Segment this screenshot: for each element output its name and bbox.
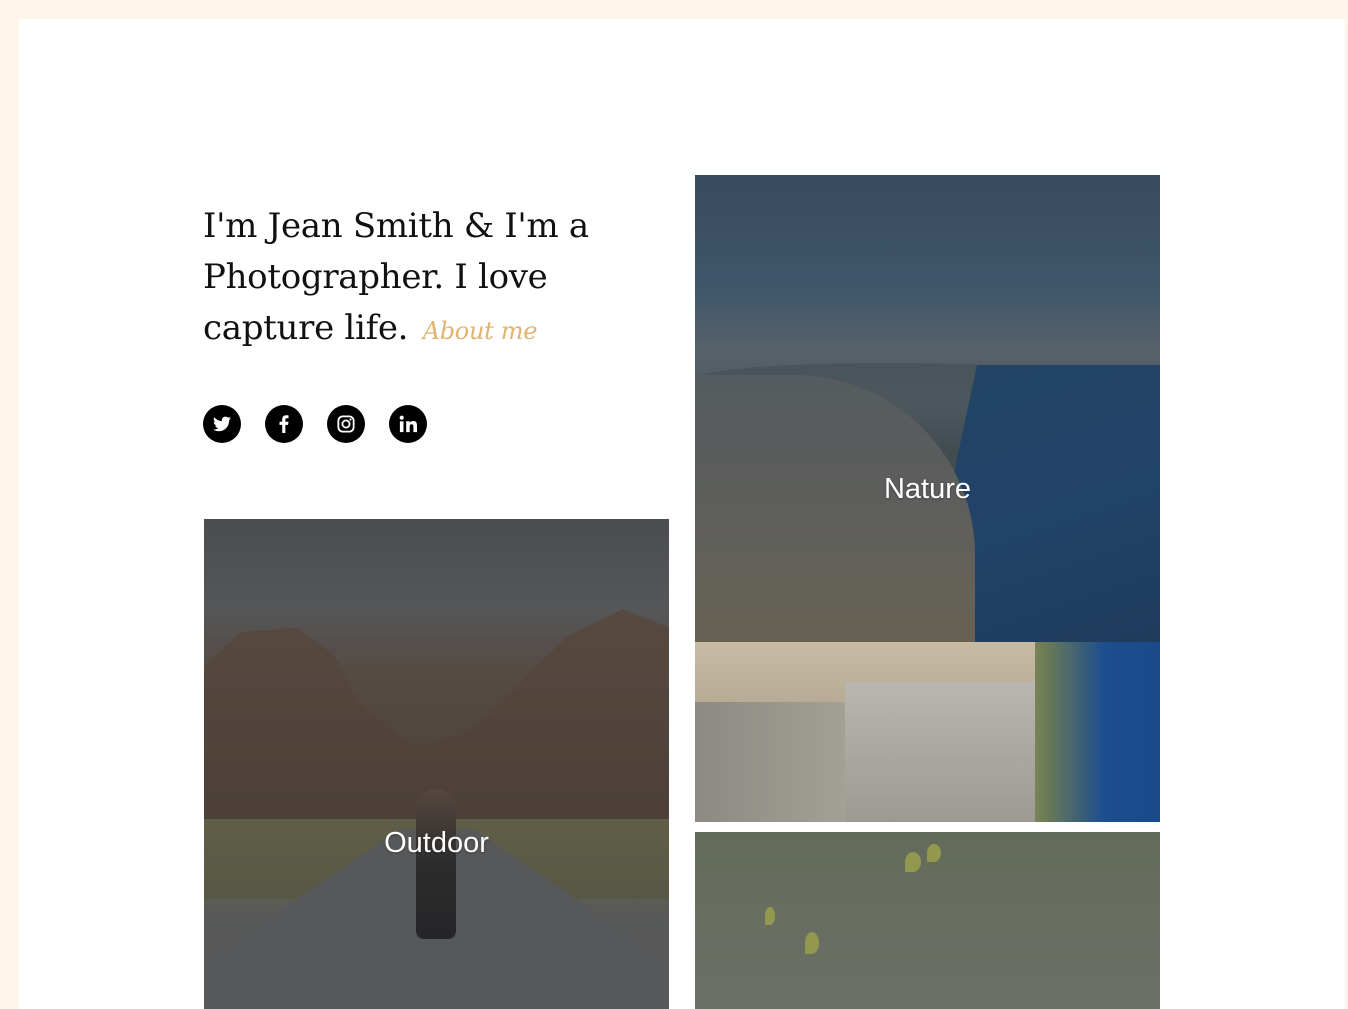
intro-line-1: I'm Jean Smith & I'm a: [203, 206, 589, 246]
linkedin-button[interactable]: [389, 405, 427, 443]
intro-line-2: Photographer. I love: [203, 257, 548, 297]
facebook-icon: [279, 415, 289, 433]
social-links: [203, 405, 427, 443]
twitter-button[interactable]: [203, 405, 241, 443]
nature-overlay: [695, 175, 1160, 642]
page-container: I'm Jean Smith & I'm a Photographer. I l…: [19, 19, 1345, 1009]
outdoor-overlay: [204, 519, 669, 1009]
intro-line-3: capture life.: [203, 308, 409, 348]
facebook-button[interactable]: [265, 405, 303, 443]
instagram-button[interactable]: [327, 405, 365, 443]
nature-caption: Nature: [883, 473, 972, 505]
outdoor-caption: Outdoor: [384, 827, 489, 859]
forest-overlay: [695, 832, 1160, 1009]
linkedin-icon: [399, 415, 417, 433]
gallery-tile-outdoor[interactable]: Outdoor: [204, 519, 669, 1009]
gallery-tile-forest[interactable]: [695, 832, 1160, 1009]
cliff-face: [845, 682, 1035, 822]
about-me-link[interactable]: About me: [423, 317, 538, 345]
twitter-icon: [213, 416, 231, 432]
intro-heading: I'm Jean Smith & I'm a Photographer. I l…: [203, 201, 643, 357]
gallery-tile-cliff[interactable]: [695, 642, 1160, 822]
gallery-tile-nature[interactable]: Nature: [695, 175, 1160, 642]
instagram-icon: [337, 415, 355, 433]
